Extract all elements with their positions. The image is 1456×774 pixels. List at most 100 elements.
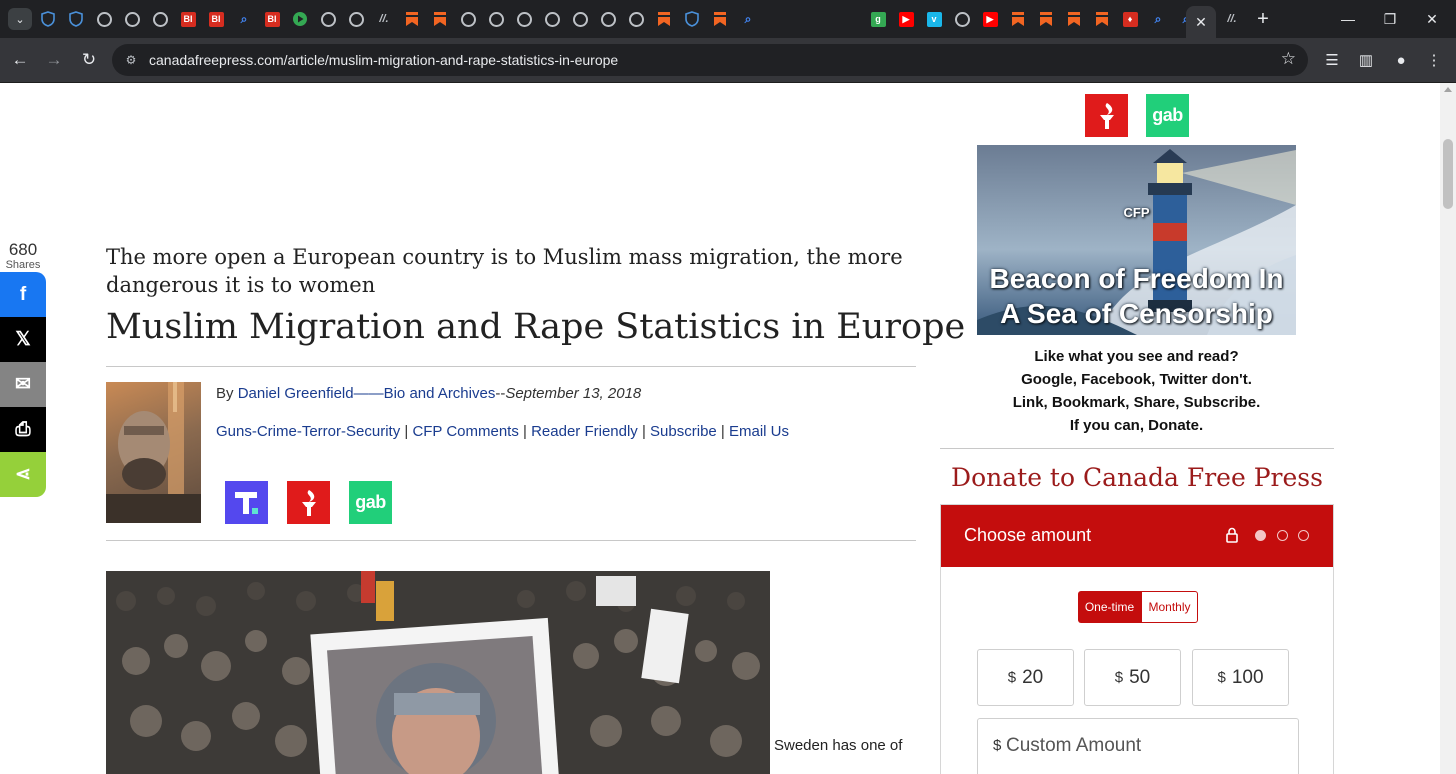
donate-title: Donate to Canada Free Press [951, 463, 1323, 492]
url-text[interactable]: canadafreepress.com/article/muslim-migra… [149, 52, 618, 68]
scroll-up-arrow[interactable] [1444, 87, 1452, 92]
globe-icon[interactable] [122, 9, 142, 29]
search-icon[interactable]: ⌕ [234, 9, 254, 29]
article-headline: Muslim Migration and Rape Statistics in … [106, 307, 966, 347]
step-dot-3[interactable] [1298, 530, 1309, 541]
globe-icon[interactable] [94, 9, 114, 29]
bookmark-icon[interactable] [430, 9, 450, 29]
search-icon[interactable]: ⌕ [1148, 9, 1168, 29]
share-share-button[interactable]: ⋖ [0, 452, 46, 497]
bookmark-icon[interactable] [1008, 9, 1028, 29]
share-count: 680 Shares [0, 241, 46, 272]
bookmark-icon[interactable] [402, 9, 422, 29]
page-scrollbar[interactable] [1440, 83, 1456, 774]
beacon-banner[interactable]: CFP Beacon of Freedom In A Sea of Censor… [977, 145, 1296, 335]
currency-symbol: $ [1007, 669, 1017, 686]
bookmark-icon[interactable] [710, 9, 730, 29]
close-window-button[interactable]: ✕ [1420, 8, 1444, 30]
youtube-icon[interactable]: ▶ [980, 9, 1000, 29]
truth-social-icon[interactable] [225, 481, 268, 524]
g-logo-icon[interactable]: g [868, 9, 888, 29]
amount-option-button[interactable]: $20 [977, 649, 1074, 706]
address-bar[interactable]: ⚙ canadafreepress.com/article/muslim-mig… [112, 44, 1308, 76]
globe-icon[interactable] [346, 9, 366, 29]
forward-button[interactable]: → [42, 48, 66, 72]
torch-icon[interactable] [1085, 94, 1128, 137]
article-body-text: Sweden has one of [774, 737, 903, 754]
promo-text: Like what you see and read? Google, Faceb… [977, 345, 1296, 437]
globe-icon[interactable] [150, 9, 170, 29]
globe-icon[interactable] [952, 9, 972, 29]
slash-icon[interactable]: //. [374, 9, 394, 29]
shield-icon[interactable] [38, 9, 58, 29]
torch-icon[interactable] [287, 481, 330, 524]
youtube-icon[interactable]: ▶ [896, 9, 916, 29]
scroll-thumb[interactable] [1443, 139, 1453, 209]
globe-icon[interactable] [542, 9, 562, 29]
email-share-button[interactable]: ✉ [0, 362, 46, 407]
amount-option-button[interactable]: $50 [1084, 649, 1181, 706]
x-icon: 𝕏 [15, 329, 31, 350]
facebook-share-button[interactable]: f [0, 272, 46, 317]
bookmark-icon[interactable] [1036, 9, 1056, 29]
gab-icon[interactable]: gab [349, 481, 392, 524]
bookmark-star-icon[interactable]: ☆ [1281, 49, 1296, 69]
monthly-toggle[interactable]: Monthly [1141, 591, 1198, 623]
tab-search-button[interactable]: ⌄ [8, 8, 32, 30]
site-settings-icon[interactable]: ⚙ [122, 51, 140, 69]
active-tab-close-button[interactable]: ✕ [1186, 6, 1216, 38]
author-link[interactable]: Daniel Greenfield [238, 385, 354, 402]
globe-icon[interactable] [514, 9, 534, 29]
globe-icon[interactable] [458, 9, 478, 29]
x-share-button[interactable]: 𝕏 [0, 317, 46, 362]
amount-option-button[interactable]: $100 [1192, 649, 1289, 706]
bi-logo-icon[interactable]: BI [178, 9, 198, 29]
bio-archives-link[interactable]: ——Bio and Archives [354, 385, 496, 402]
beacon-line-2: A Sea of Censorship [1000, 298, 1273, 329]
globe-icon[interactable] [598, 9, 618, 29]
email-icon: ✉ [15, 374, 31, 395]
play-icon[interactable] [290, 9, 310, 29]
torch-icon[interactable]: ♦ [1120, 9, 1140, 29]
category-link[interactable]: Email Us [729, 423, 789, 440]
custom-amount-input[interactable]: $ Custom Amount [977, 718, 1299, 774]
search-icon[interactable]: ⌕ [738, 9, 758, 29]
minimize-button[interactable]: — [1336, 8, 1360, 30]
back-button[interactable]: ← [8, 48, 32, 72]
step-dot-1[interactable] [1255, 530, 1266, 541]
step-dot-2[interactable] [1277, 530, 1288, 541]
browser-toolbar: ← → ↻ ⚙ canadafreepress.com/article/musl… [0, 38, 1456, 83]
bookmark-icon[interactable] [654, 9, 674, 29]
more-menu-icon[interactable]: ⋮ [1422, 48, 1446, 72]
category-link[interactable]: Guns-Crime-Terror-Security [216, 423, 400, 440]
globe-icon[interactable] [570, 9, 590, 29]
one-time-toggle[interactable]: One-time [1078, 591, 1141, 623]
gab-wordmark: gab [1152, 105, 1183, 125]
gab-icon[interactable]: gab [1146, 94, 1189, 137]
globe-icon[interactable] [626, 9, 646, 29]
category-link[interactable]: Subscribe [650, 423, 717, 440]
bi-logo-icon[interactable]: BI [262, 9, 282, 29]
shield-icon[interactable] [66, 9, 86, 29]
category-link[interactable]: CFP Comments [412, 423, 518, 440]
new-tab-button[interactable]: + [1252, 8, 1274, 30]
bookmark-icon[interactable] [1092, 9, 1112, 29]
reading-list-icon[interactable]: ☰ [1320, 48, 1344, 72]
bookmark-icon[interactable] [1064, 9, 1084, 29]
reload-button[interactable]: ↻ [77, 48, 101, 72]
amount-value: 20 [1022, 666, 1044, 688]
slash-icon[interactable]: //. [1222, 9, 1242, 29]
category-link[interactable]: Reader Friendly [531, 423, 638, 440]
globe-icon[interactable] [318, 9, 338, 29]
promo-line: If you can, Donate. [1069, 417, 1204, 434]
link-separator: | [400, 423, 413, 440]
bi-logo-icon[interactable]: BI [206, 9, 226, 29]
restore-button[interactable]: ❐ [1378, 8, 1402, 30]
print-share-button[interactable]: ⎙ [0, 407, 46, 452]
link-separator: | [716, 423, 729, 440]
side-panel-icon[interactable]: ▥ [1354, 48, 1378, 72]
vimeo-icon[interactable]: v [924, 9, 944, 29]
shield-icon[interactable] [682, 9, 702, 29]
globe-icon[interactable] [486, 9, 506, 29]
profile-icon[interactable]: ● [1389, 48, 1413, 72]
